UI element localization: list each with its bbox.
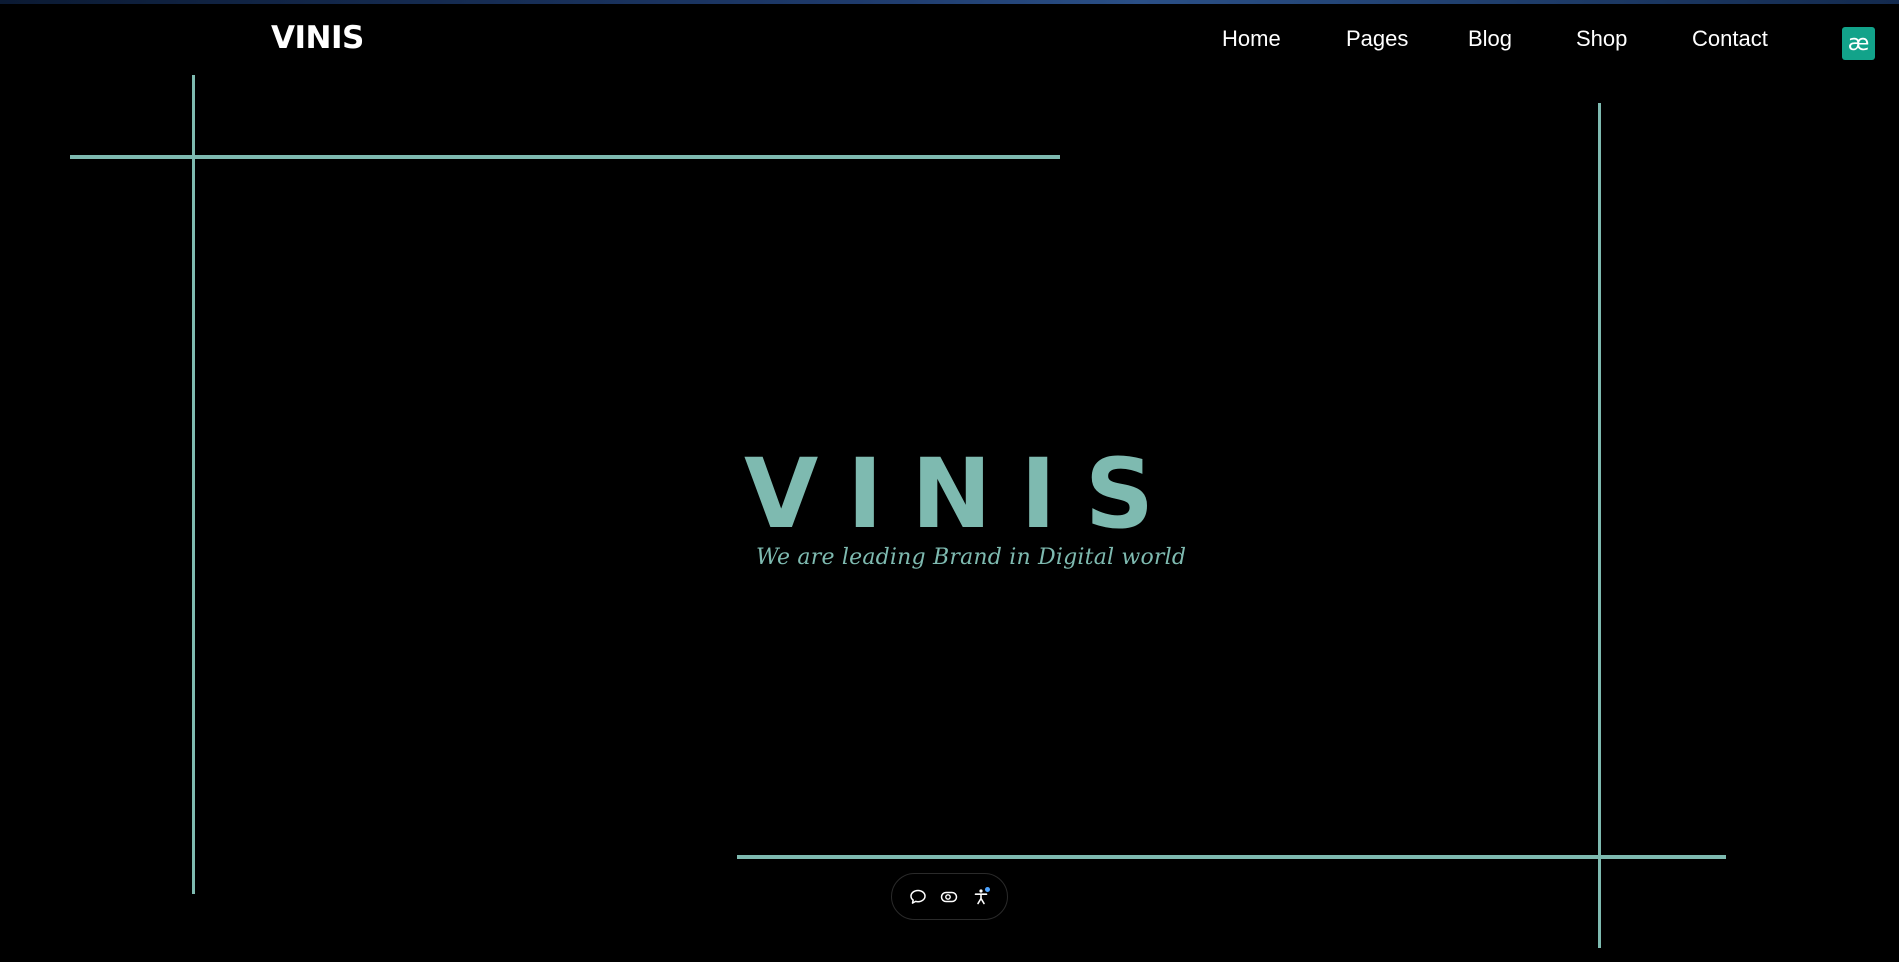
hero-title: V I N I S bbox=[744, 438, 1154, 550]
extension-icon[interactable]: æ bbox=[1842, 27, 1875, 60]
notification-dot bbox=[985, 886, 991, 892]
page: VINIS Home Pages Blog Shop Contact æ V I… bbox=[0, 0, 1899, 962]
floating-toolbar bbox=[891, 873, 1008, 920]
nav-pages-link[interactable]: Pages bbox=[1346, 26, 1408, 52]
hero-title-letter: I bbox=[846, 438, 883, 550]
accessibility-button[interactable] bbox=[968, 884, 994, 910]
frame-line-top bbox=[70, 155, 1060, 159]
view-toggle-button[interactable] bbox=[936, 884, 962, 910]
nav-blog-link[interactable]: Blog bbox=[1468, 26, 1512, 52]
hero-title-letter: N bbox=[911, 438, 992, 550]
hero-title-letter: V bbox=[744, 438, 819, 550]
frame-line-bottom bbox=[737, 855, 1726, 859]
nav-home-link[interactable]: Home bbox=[1222, 26, 1281, 52]
hero-tagline: We are leading Brand in Digital world bbox=[756, 545, 1187, 570]
site-header: VINIS Home Pages Blog Shop Contact bbox=[0, 4, 1899, 74]
eye-toggle-icon bbox=[941, 891, 958, 902]
hero-title-letter: S bbox=[1084, 438, 1154, 550]
nav-contact-link[interactable]: Contact bbox=[1692, 26, 1768, 52]
chat-button[interactable] bbox=[905, 884, 931, 910]
main-nav: Home Pages Blog Shop Contact bbox=[0, 26, 1899, 56]
frame-line-right bbox=[1598, 103, 1601, 948]
hero-title-letter: I bbox=[1020, 438, 1057, 550]
frame-line-left bbox=[192, 75, 195, 894]
chat-bubble-icon bbox=[910, 889, 926, 904]
nav-shop-link[interactable]: Shop bbox=[1576, 26, 1627, 52]
